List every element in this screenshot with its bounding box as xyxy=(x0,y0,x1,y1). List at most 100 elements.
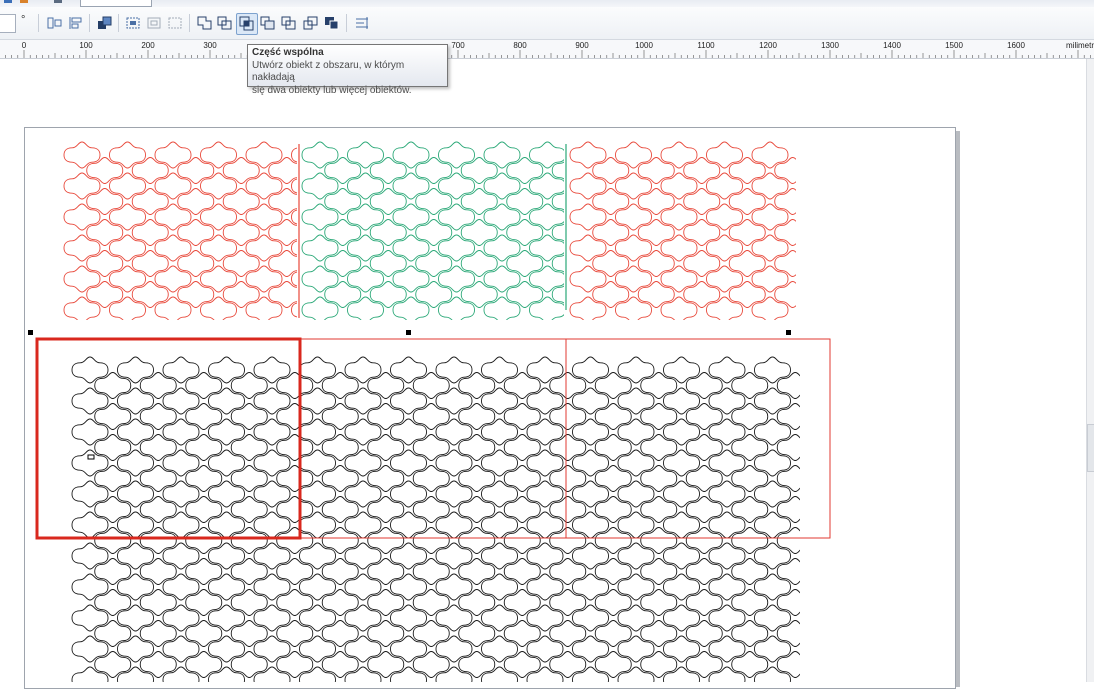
pattern-tile xyxy=(569,234,607,262)
pattern-tile xyxy=(708,356,746,384)
pattern-tile xyxy=(529,234,564,262)
pattern-tile xyxy=(139,372,177,399)
pattern-tile xyxy=(109,172,146,200)
pattern-tile xyxy=(71,418,109,446)
pattern-tile xyxy=(276,589,314,616)
pattern-tile xyxy=(592,188,630,215)
pattern-tile xyxy=(299,418,336,446)
pattern-tile xyxy=(751,234,789,262)
pattern-tile xyxy=(458,496,496,523)
pattern-tile xyxy=(685,558,723,585)
pattern-tile xyxy=(458,620,496,647)
pattern-tile xyxy=(162,666,200,682)
pattern-tile xyxy=(751,296,789,320)
pattern-tile xyxy=(415,281,453,308)
pattern-tile xyxy=(754,480,791,508)
pattern-tile xyxy=(412,434,450,461)
pattern-tile xyxy=(344,480,382,508)
pattern-tile xyxy=(549,558,587,585)
pattern-tile xyxy=(276,651,314,678)
black-pattern-block[interactable] xyxy=(71,356,813,682)
pattern-tile xyxy=(139,465,177,492)
pattern-tile xyxy=(438,141,475,169)
pattern-tile xyxy=(253,356,291,384)
pattern-tile xyxy=(549,465,587,492)
pattern-tile xyxy=(615,141,652,169)
pattern-tile xyxy=(109,141,146,169)
pattern-tile xyxy=(117,573,154,601)
pattern-tile xyxy=(458,372,496,399)
vertical-scrollbar[interactable] xyxy=(1086,59,1094,682)
pattern-tile xyxy=(438,203,475,231)
pattern-tile xyxy=(592,157,630,184)
pattern-artwork[interactable] xyxy=(0,0,1086,682)
pattern-tile xyxy=(412,589,450,616)
pattern-tile xyxy=(347,265,384,293)
pattern-tile xyxy=(549,434,587,461)
pattern-tile xyxy=(551,254,564,273)
pattern-tile xyxy=(572,573,609,601)
pattern-tile xyxy=(291,209,297,225)
pattern-tile xyxy=(458,465,496,492)
pattern-tile xyxy=(321,496,359,523)
pattern-tile xyxy=(324,281,362,308)
pattern-tile xyxy=(117,449,154,477)
pattern-tile xyxy=(776,496,800,523)
pattern-tile xyxy=(685,620,723,647)
pattern-tile xyxy=(94,589,132,616)
pattern-tile xyxy=(117,511,154,539)
pattern-tile xyxy=(321,527,359,554)
red-pattern-block-right[interactable] xyxy=(569,141,811,323)
pattern-tile xyxy=(299,635,336,663)
pattern-tile xyxy=(774,188,796,215)
selection-handle[interactable] xyxy=(406,330,411,335)
pattern-tile xyxy=(139,527,177,554)
pattern-tile xyxy=(506,250,544,277)
pattern-tile xyxy=(253,387,291,415)
pattern-tile xyxy=(109,265,146,293)
pattern-tile xyxy=(367,589,405,616)
pattern-tile xyxy=(526,542,564,570)
pattern-tile xyxy=(344,387,382,415)
pattern-tile xyxy=(503,589,541,616)
pattern-tile xyxy=(390,418,427,446)
pattern-tile xyxy=(208,573,245,601)
pattern-tile xyxy=(615,296,652,320)
pattern-tile xyxy=(481,666,518,682)
pattern-tile xyxy=(754,635,791,663)
pattern-tile xyxy=(617,635,655,663)
pattern-tile xyxy=(706,141,743,169)
pattern-tile xyxy=(529,265,564,293)
pattern-tile xyxy=(569,265,607,293)
pattern-tile xyxy=(139,620,177,647)
pattern-tile xyxy=(63,141,101,169)
pattern-tile xyxy=(506,219,544,246)
pattern-tile xyxy=(776,589,800,616)
pattern-tile xyxy=(291,271,297,287)
pattern-tile xyxy=(754,511,791,539)
pattern-tile xyxy=(412,558,450,585)
pattern-tile xyxy=(569,172,607,200)
pattern-tile xyxy=(526,387,564,415)
pattern-tile xyxy=(503,434,541,461)
pattern-tile xyxy=(230,496,268,523)
red-pattern-block-left[interactable] xyxy=(63,141,328,323)
pattern-tile xyxy=(71,573,109,601)
pattern-tile xyxy=(94,465,132,492)
pattern-tile xyxy=(728,188,766,215)
pattern-tile xyxy=(344,356,382,384)
pattern-tile xyxy=(594,589,632,616)
pattern-tile xyxy=(774,281,796,308)
selection-handle[interactable] xyxy=(28,330,33,335)
pattern-tile xyxy=(483,172,521,200)
pattern-tile xyxy=(200,203,237,231)
pattern-tile xyxy=(324,219,362,246)
pattern-tile xyxy=(324,157,362,184)
scrollbar-thumb[interactable] xyxy=(1087,424,1094,472)
selection-handle[interactable] xyxy=(786,330,791,335)
pattern-tile xyxy=(683,281,721,308)
selection-frame[interactable] xyxy=(36,338,831,539)
pattern-tile xyxy=(253,604,291,632)
pattern-tile xyxy=(594,372,632,399)
green-pattern-block[interactable] xyxy=(301,141,588,323)
